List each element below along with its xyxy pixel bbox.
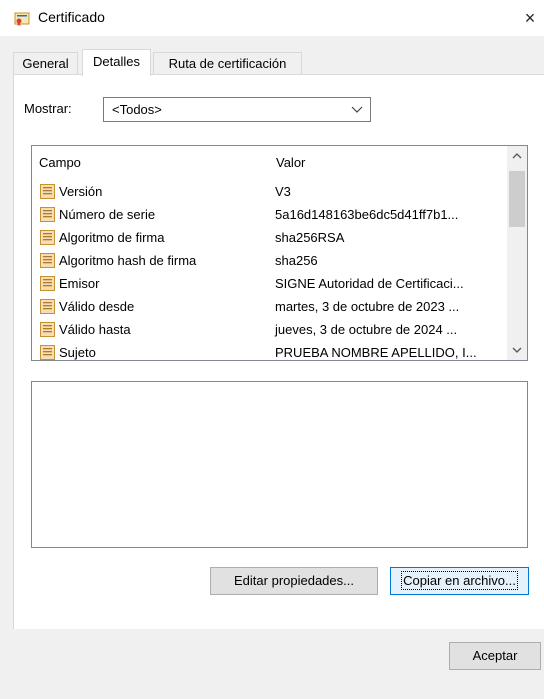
list-item[interactable]: Número de serie 5a16d148163be6dc5d41ff7b… bbox=[32, 203, 507, 225]
field-name: Válido hasta bbox=[59, 322, 131, 337]
value-detail-box[interactable] bbox=[31, 381, 528, 548]
accept-button[interactable]: Aceptar bbox=[449, 642, 541, 670]
field-name: Válido desde bbox=[59, 299, 135, 314]
field-icon bbox=[40, 184, 55, 199]
field-value: jueves, 3 de octubre de 2024 ... bbox=[275, 322, 458, 337]
scroll-up-icon[interactable] bbox=[507, 146, 527, 166]
scrollbar-thumb[interactable] bbox=[509, 171, 525, 227]
field-icon bbox=[40, 276, 55, 291]
fields-list[interactable]: Campo Valor Versión V3 Número de serie 5… bbox=[31, 145, 528, 361]
show-label: Mostrar: bbox=[24, 101, 72, 116]
field-name: Número de serie bbox=[59, 207, 156, 222]
tab-details[interactable]: Detalles bbox=[82, 49, 151, 76]
field-value: SIGNE Autoridad de Certificaci... bbox=[275, 276, 464, 291]
close-button[interactable]: × bbox=[516, 0, 544, 36]
field-icon bbox=[40, 299, 55, 314]
field-icon bbox=[40, 345, 55, 360]
column-header-field[interactable]: Campo bbox=[39, 155, 81, 170]
list-item[interactable]: Válido desde martes, 3 de octubre de 202… bbox=[32, 295, 507, 317]
field-icon bbox=[40, 253, 55, 268]
show-dropdown[interactable]: <Todos> bbox=[103, 97, 371, 122]
accept-label: Aceptar bbox=[472, 648, 518, 663]
list-item[interactable]: Versión V3 bbox=[32, 180, 507, 202]
field-name: Versión bbox=[59, 184, 103, 199]
field-name: Algoritmo hash de firma bbox=[59, 253, 197, 268]
tab-general[interactable]: General bbox=[13, 52, 78, 74]
list-item[interactable]: Algoritmo hash de firma sha256 bbox=[32, 249, 507, 271]
vertical-scrollbar[interactable] bbox=[507, 146, 527, 360]
edit-properties-button[interactable]: Editar propiedades... bbox=[210, 567, 378, 595]
edit-properties-label: Editar propiedades... bbox=[234, 573, 354, 588]
field-value: sha256RSA bbox=[275, 230, 345, 245]
field-icon bbox=[40, 230, 55, 245]
show-dropdown-value: <Todos> bbox=[112, 102, 162, 117]
list-item[interactable]: Sujeto PRUEBA NOMBRE APELLIDO, I... bbox=[32, 341, 507, 360]
list-item[interactable]: Válido hasta jueves, 3 de octubre de 202… bbox=[32, 318, 507, 340]
field-icon bbox=[40, 322, 55, 337]
field-value: sha256 bbox=[275, 253, 318, 268]
copy-to-file-label: Copiar en archivo... bbox=[401, 571, 518, 590]
column-header-value[interactable]: Valor bbox=[276, 155, 305, 170]
title-bar: Certificado × bbox=[0, 0, 544, 36]
scroll-down-icon[interactable] bbox=[507, 340, 527, 360]
certificate-icon bbox=[14, 12, 30, 26]
field-icon bbox=[40, 207, 55, 222]
field-name: Emisor bbox=[59, 276, 100, 291]
copy-to-file-button[interactable]: Copiar en archivo... bbox=[390, 567, 529, 595]
field-name: Sujeto bbox=[59, 345, 96, 360]
list-item[interactable]: Emisor SIGNE Autoridad de Certificaci... bbox=[32, 272, 507, 294]
window-title: Certificado bbox=[38, 9, 105, 25]
tab-certification-path[interactable]: Ruta de certificación bbox=[153, 52, 302, 74]
list-item[interactable]: Algoritmo de firma sha256RSA bbox=[32, 226, 507, 248]
field-name: Algoritmo de firma bbox=[59, 230, 165, 245]
field-value: V3 bbox=[275, 184, 291, 199]
field-value: 5a16d148163be6dc5d41ff7b1... bbox=[275, 207, 459, 222]
field-value: martes, 3 de octubre de 2023 ... bbox=[275, 299, 460, 314]
field-value: PRUEBA NOMBRE APELLIDO, I... bbox=[275, 345, 477, 360]
chevron-down-icon bbox=[351, 106, 363, 113]
